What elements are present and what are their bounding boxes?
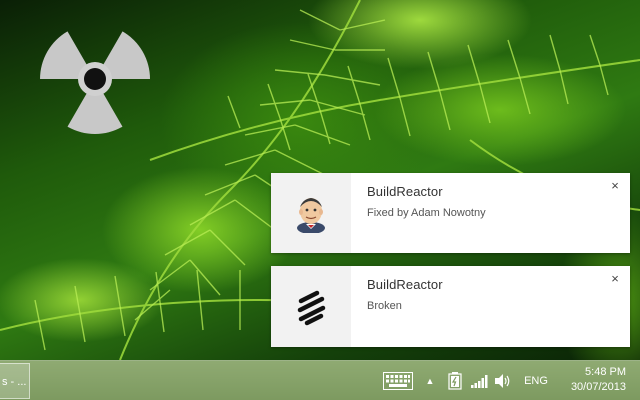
close-icon[interactable]: × [608, 179, 622, 193]
buildreactor-stripes-icon [297, 290, 326, 325]
system-clock[interactable]: 5:48 PM 30/07/2013 [556, 365, 634, 395]
battery-icon[interactable] [446, 361, 464, 400]
touch-keyboard-icon[interactable] [382, 361, 414, 400]
input-language-indicator[interactable]: ENG [522, 361, 550, 400]
notification-fixed[interactable]: BuildReactor Fixed by Adam Nowotny × [271, 173, 630, 253]
clock-date: 30/07/2013 [570, 381, 626, 393]
jenkins-butler-icon [297, 198, 325, 233]
taskbar-app-button[interactable]: s - ... [0, 363, 30, 399]
network-signal-icon[interactable] [470, 361, 490, 400]
taskbar: s - ... ▲ ENG 5:48 PM 30/07/2013 [0, 360, 640, 400]
notification-title: BuildReactor [367, 277, 443, 292]
clock-time: 5:48 PM [585, 366, 626, 378]
notification-broken[interactable]: BuildReactor Broken × [271, 266, 630, 347]
notification-icon-box [271, 173, 351, 253]
notification-message: Fixed by Adam Nowotny [367, 207, 486, 219]
close-icon[interactable]: × [608, 272, 622, 286]
notification-title: BuildReactor [367, 184, 443, 199]
notification-message: Broken [367, 300, 402, 312]
volume-icon[interactable] [494, 361, 512, 400]
show-hidden-icons-chevron-icon[interactable]: ▲ [424, 361, 436, 400]
radiation-logo-icon [40, 31, 150, 134]
notification-icon-box [271, 266, 351, 347]
